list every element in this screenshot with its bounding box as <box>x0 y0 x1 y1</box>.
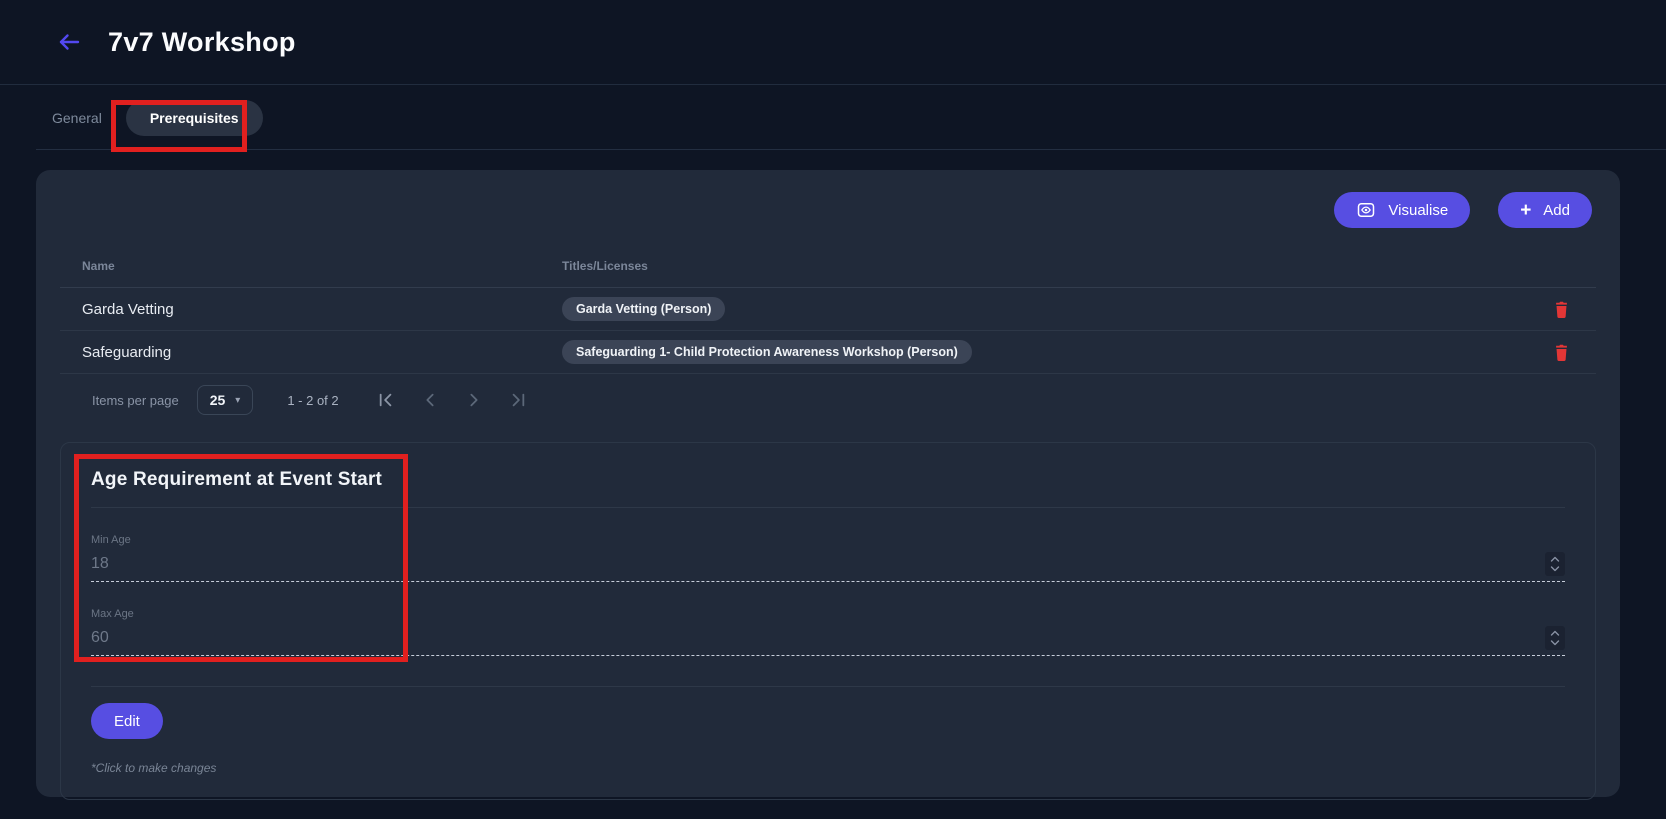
back-button[interactable] <box>56 29 82 55</box>
chevron-right-icon <box>466 392 482 408</box>
items-per-page-label: Items per page <box>92 393 179 408</box>
title-divider <box>91 507 1565 508</box>
previous-page-button[interactable] <box>413 385 447 415</box>
pager-nav <box>369 385 535 415</box>
prerequisites-table: Name Titles/Licenses Garda Vetting Garda… <box>60 244 1596 374</box>
app-header: 7v7 Workshop <box>0 0 1666 85</box>
column-header-titles: Titles/Licenses <box>562 259 1538 273</box>
tab-prerequisites[interactable]: Prerequisites <box>126 100 263 136</box>
first-page-icon <box>377 392 395 408</box>
max-age-label: Max Age <box>91 608 1565 620</box>
card-toolbar: Visualise + Add <box>60 192 1596 228</box>
caret-down-icon: ▾ <box>235 395 240 406</box>
title-badge: Safeguarding 1- Child Protection Awarene… <box>562 340 972 364</box>
edit-button[interactable]: Edit <box>91 703 163 739</box>
min-age-input-row <box>91 552 1565 582</box>
page-size-value: 25 <box>210 392 226 408</box>
row-titles: Safeguarding 1- Child Protection Awarene… <box>562 340 1538 364</box>
prerequisites-card: Visualise + Add Name Titles/Licenses Gar… <box>36 170 1620 797</box>
max-age-input[interactable] <box>91 629 491 647</box>
chevron-up-down-icon <box>1550 555 1560 573</box>
paginator: Items per page 25 ▾ 1 - 2 of 2 <box>60 374 1596 426</box>
form-divider <box>91 686 1565 687</box>
max-age-spinner[interactable] <box>1545 626 1565 650</box>
chevron-up-down-icon <box>1550 629 1560 647</box>
tab-general[interactable]: General <box>52 110 102 126</box>
last-page-icon <box>509 392 527 408</box>
age-requirement-card: Age Requirement at Event Start Min Age M… <box>60 442 1596 800</box>
last-page-button[interactable] <box>501 385 535 415</box>
page-size-select[interactable]: 25 ▾ <box>197 385 254 415</box>
column-header-name: Name <box>82 259 562 273</box>
trash-icon <box>1553 300 1570 319</box>
delete-row-button[interactable] <box>1553 300 1570 319</box>
min-age-label: Min Age <box>91 534 1565 546</box>
tab-bar: General Prerequisites <box>0 85 1666 150</box>
eye-preview-icon <box>1356 200 1376 220</box>
max-age-field: Max Age <box>91 608 1565 656</box>
page-range-label: 1 - 2 of 2 <box>287 393 338 408</box>
title-badge: Garda Vetting (Person) <box>562 297 725 321</box>
age-requirement-title: Age Requirement at Event Start <box>91 469 1565 491</box>
min-age-input[interactable] <box>91 555 491 573</box>
delete-row-button[interactable] <box>1553 343 1570 362</box>
row-name: Garda Vetting <box>82 301 562 318</box>
add-label: Add <box>1543 202 1570 219</box>
page-title: 7v7 Workshop <box>108 27 296 58</box>
back-arrow-icon <box>58 33 80 51</box>
max-age-input-row <box>91 626 1565 656</box>
table-row[interactable]: Garda Vetting Garda Vetting (Person) <box>60 288 1596 331</box>
tabbar-divider <box>36 149 1666 150</box>
min-age-spinner[interactable] <box>1545 552 1565 576</box>
row-titles: Garda Vetting (Person) <box>562 297 1538 321</box>
min-age-field: Min Age <box>91 534 1565 582</box>
table-header-row: Name Titles/Licenses <box>60 244 1596 288</box>
edit-footnote: *Click to make changes <box>91 761 1565 775</box>
visualise-label: Visualise <box>1388 202 1448 219</box>
trash-icon <box>1553 343 1570 362</box>
add-button[interactable]: + Add <box>1498 192 1592 228</box>
chevron-left-icon <box>422 392 438 408</box>
next-page-button[interactable] <box>457 385 491 415</box>
row-name: Safeguarding <box>82 344 562 361</box>
visualise-button[interactable]: Visualise <box>1334 192 1470 228</box>
table-row[interactable]: Safeguarding Safeguarding 1- Child Prote… <box>60 331 1596 374</box>
plus-icon: + <box>1520 201 1531 220</box>
first-page-button[interactable] <box>369 385 403 415</box>
